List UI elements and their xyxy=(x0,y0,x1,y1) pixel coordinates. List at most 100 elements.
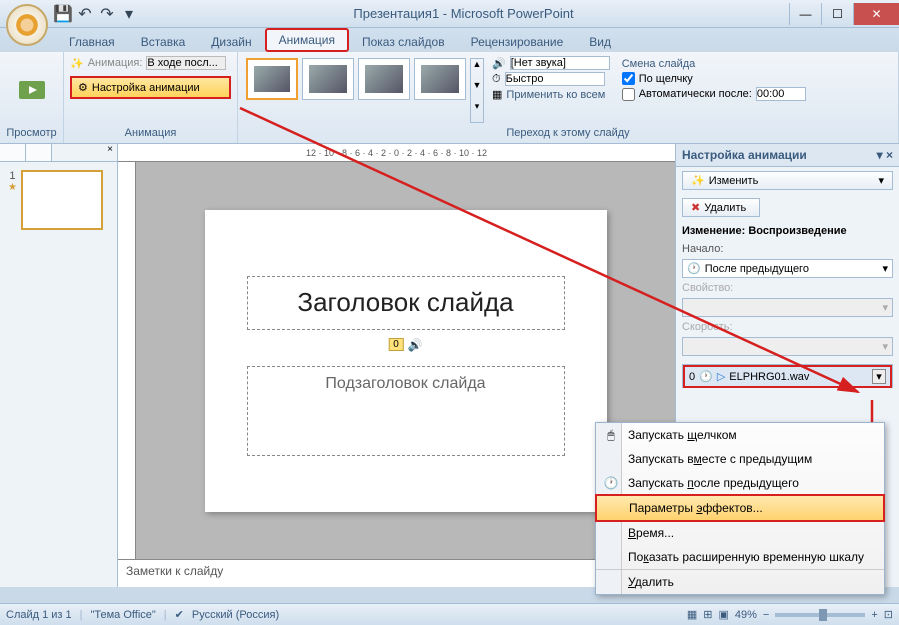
change-slide-label: Смена слайда xyxy=(622,58,806,70)
menu-effect-params[interactable]: Параметры эффектов... xyxy=(595,494,885,522)
menu-start-after-prev[interactable]: 🕐Запускать после предыдущего xyxy=(596,471,884,495)
clock-icon-2: 🕐 xyxy=(699,370,713,383)
preview-button[interactable] xyxy=(17,56,47,125)
auto-after-checkbox[interactable] xyxy=(622,88,635,101)
effect-title: Изменение: Воспроизведение xyxy=(676,221,899,241)
vertical-ruler xyxy=(118,162,136,559)
item-name-label: ELPHRG01.wav xyxy=(729,371,809,383)
pane-dropdown-icon[interactable]: ▾ xyxy=(877,148,883,162)
transition-3[interactable] xyxy=(414,58,466,100)
view-sorter-icon[interactable]: ⊞ xyxy=(703,608,712,621)
clock-icon-3: 🕐 xyxy=(602,476,620,490)
custom-animation-button[interactable]: ⚙ Настройка анимации xyxy=(70,76,231,99)
title-placeholder[interactable]: Заголовок слайда xyxy=(247,276,565,330)
tab-home[interactable]: Главная xyxy=(56,31,128,52)
preview-label: Просмотр xyxy=(6,125,56,139)
speed-icon: ⏱ xyxy=(492,73,501,86)
anim-icon: ✨ xyxy=(70,57,84,70)
anim-group-label: Анимация xyxy=(70,125,231,139)
fit-window-icon[interactable]: ⊡ xyxy=(884,608,893,621)
on-click-label: По щелчку xyxy=(639,73,693,85)
speaker-icon[interactable]: 🔊 xyxy=(408,338,423,352)
pane-title: Настройка анимации xyxy=(682,148,807,162)
mouse-icon: 🖱 xyxy=(602,428,620,443)
property-label: Свойство: xyxy=(676,280,899,296)
change-effect-button[interactable]: ✨Изменить▾ xyxy=(682,171,893,190)
remove-effect-button[interactable]: ✖Удалить xyxy=(682,198,760,217)
status-slide: Слайд 1 из 1 xyxy=(6,609,72,621)
item-dropdown-button[interactable]: ▾ xyxy=(872,369,886,384)
speed-dropdown[interactable] xyxy=(505,72,605,86)
zoom-value[interactable]: 49% xyxy=(735,609,757,621)
delete-icon: ✖ xyxy=(691,201,700,214)
horizontal-ruler: 12 · 10 · 8 · 6 · 4 · 2 · 0 · 2 · 4 · 6 … xyxy=(118,144,675,162)
tab-design[interactable]: Дизайн xyxy=(198,31,264,52)
transition-1[interactable] xyxy=(302,58,354,100)
thumbs-close[interactable]: × xyxy=(103,144,117,161)
redo-icon[interactable]: ↷ xyxy=(98,5,116,23)
notes-pane[interactable]: Заметки к слайду xyxy=(118,559,675,587)
star-icon: ✨ xyxy=(691,174,705,187)
close-button[interactable]: ✕ xyxy=(853,3,899,25)
slide-canvas[interactable]: Заголовок слайда 0 🔊 Подзаголовок слайда xyxy=(205,210,607,512)
menu-timing[interactable]: Время... xyxy=(596,521,884,545)
transition-none[interactable] xyxy=(246,58,298,100)
view-slideshow-icon[interactable]: ▣ xyxy=(718,608,728,621)
menu-start-click[interactable]: 🖱Запускать щелчком xyxy=(596,423,884,447)
gallery-more[interactable]: ▾ xyxy=(471,101,483,122)
play-icon: ▷ xyxy=(717,370,725,383)
status-theme: "Тема Office" xyxy=(91,609,156,621)
transition-2[interactable] xyxy=(358,58,410,100)
undo-icon[interactable]: ↶ xyxy=(76,5,94,23)
property-dropdown: ▾ xyxy=(682,298,893,317)
auto-after-label: Автоматически после: xyxy=(639,88,752,100)
tab-insert[interactable]: Вставка xyxy=(128,31,199,52)
sound-icon: 🔊 xyxy=(492,57,506,70)
auto-time-input[interactable] xyxy=(756,87,806,101)
on-click-checkbox[interactable] xyxy=(622,72,635,85)
start-label: Начало: xyxy=(676,241,899,257)
start-dropdown[interactable]: 🕐После предыдущего▾ xyxy=(682,259,893,278)
office-button[interactable] xyxy=(6,4,48,46)
save-icon[interactable]: 💾 xyxy=(54,5,72,23)
transition-group-label: Переход к этому слайду xyxy=(244,125,892,139)
zoom-out-icon[interactable]: − xyxy=(763,609,769,621)
slides-tab[interactable] xyxy=(0,144,26,161)
pane-close-icon[interactable]: × xyxy=(886,148,893,162)
speed-label: Скорость: xyxy=(676,319,899,335)
zoom-slider[interactable] xyxy=(775,613,865,617)
zoom-in-icon[interactable]: + xyxy=(871,609,877,621)
qat-more-icon[interactable]: ▾ xyxy=(120,5,138,23)
context-menu: 🖱Запускать щелчком Запускать вместе с пр… xyxy=(595,422,885,595)
animation-star-icon: ★ xyxy=(8,182,17,193)
custom-anim-label: Настройка анимации xyxy=(92,82,200,94)
gear-icon: ⚙ xyxy=(78,81,88,94)
slide-thumb-1[interactable]: 1 ★ xyxy=(8,170,109,230)
gallery-up[interactable]: ▲ xyxy=(471,59,483,80)
animation-list-item[interactable]: 0 🕐 ▷ ELPHRG01.wav ▾ xyxy=(683,365,892,388)
tab-review[interactable]: Рецензирование xyxy=(458,31,577,52)
anim-field-label: Анимация: xyxy=(88,57,143,69)
subtitle-placeholder[interactable]: Подзаголовок слайда xyxy=(247,366,565,456)
anim-dropdown[interactable] xyxy=(146,56,226,70)
minimize-button[interactable]: — xyxy=(789,3,821,25)
tab-view[interactable]: Вид xyxy=(576,31,624,52)
gallery-down[interactable]: ▼ xyxy=(471,80,483,101)
menu-start-with-prev[interactable]: Запускать вместе с предыдущим xyxy=(596,447,884,471)
outline-tab[interactable] xyxy=(26,144,52,161)
tab-animation[interactable]: Анимация xyxy=(265,28,349,52)
apply-icon: ▦ xyxy=(492,88,502,101)
tab-slideshow[interactable]: Показ слайдов xyxy=(349,31,458,52)
pane-speed-dropdown: ▾ xyxy=(682,337,893,356)
spellcheck-icon[interactable]: ✔ xyxy=(175,608,184,621)
view-normal-icon[interactable]: ▦ xyxy=(687,608,697,621)
apply-all-button[interactable]: Применить ко всем xyxy=(506,89,605,101)
maximize-button[interactable]: ☐ xyxy=(821,3,853,25)
anim-badge: 0 xyxy=(388,338,404,351)
menu-delete[interactable]: Удалить xyxy=(596,569,884,594)
window-title: Презентация1 - Microsoft PowerPoint xyxy=(138,6,789,21)
status-lang[interactable]: Русский (Россия) xyxy=(192,609,279,621)
sound-dropdown[interactable] xyxy=(510,56,610,70)
clock-icon: 🕐 xyxy=(687,262,701,275)
menu-timeline[interactable]: Показать расширенную временную шкалу xyxy=(596,545,884,569)
